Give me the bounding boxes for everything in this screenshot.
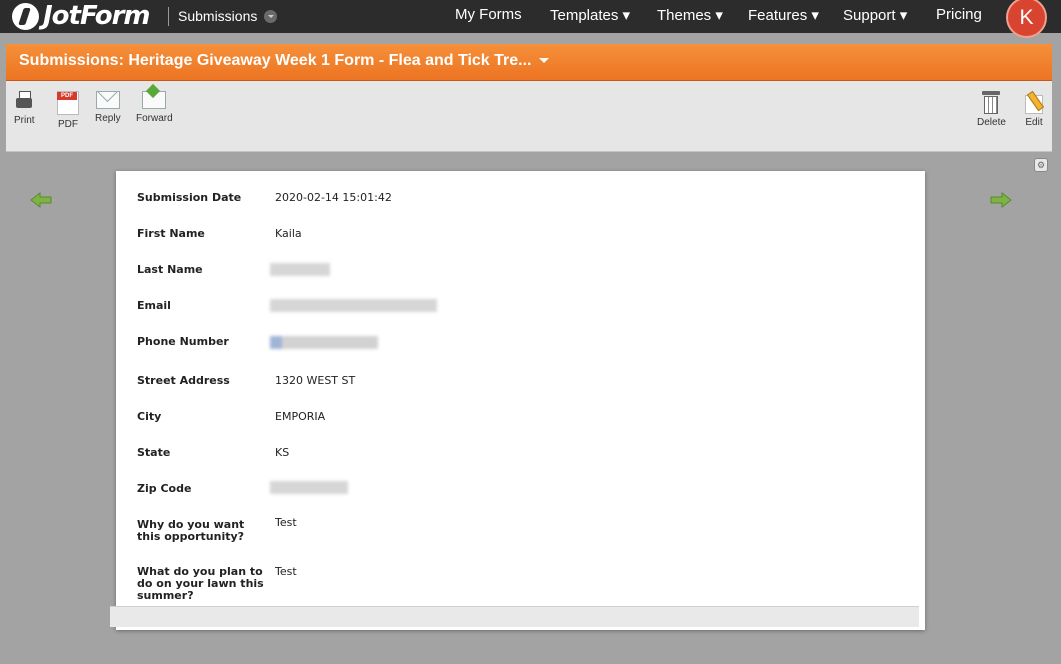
jotform-logo[interactable]: JotForm	[12, 1, 150, 31]
nav-divider	[168, 7, 169, 26]
field-value: 1320 WEST ST	[275, 374, 356, 387]
print-button[interactable]: Print	[14, 91, 35, 126]
pdf-button[interactable]: PDF	[57, 91, 79, 130]
field-label: Last Name	[137, 263, 203, 276]
field-label: Email	[137, 299, 171, 312]
arrow-right-icon	[990, 192, 1012, 208]
field-label: State	[137, 446, 171, 459]
field-value: KS	[275, 446, 290, 459]
top-nav-bar: JotForm Submissions My Forms Templates ▾…	[0, 0, 1061, 38]
delete-button[interactable]: Delete	[977, 91, 1006, 128]
forward-label: Forward	[136, 113, 173, 124]
form-title: Submissions: Heritage Giveaway Week 1 Fo…	[19, 52, 532, 69]
field-value: 2020-02-14 15:01:42	[275, 191, 392, 204]
nav-pricing[interactable]: Pricing	[936, 6, 982, 23]
forward-envelope-icon	[142, 91, 167, 109]
field-label: City	[137, 410, 162, 423]
field-value: Kaila	[275, 227, 302, 240]
jotform-logo-icon	[12, 2, 39, 30]
trash-icon	[982, 91, 1001, 114]
delete-label: Delete	[977, 117, 1006, 128]
nav-support[interactable]: Support ▾	[843, 6, 907, 24]
pencil-icon	[1024, 91, 1044, 114]
nav-features[interactable]: Features ▾	[748, 6, 819, 24]
field-value: Test	[275, 565, 297, 578]
nav-templates[interactable]: Templates ▾	[550, 6, 630, 24]
caret-down-icon	[539, 58, 550, 64]
field-label: Phone Number	[137, 335, 229, 348]
field-value: EMPORIA	[275, 410, 326, 423]
reply-button[interactable]: Reply	[95, 91, 121, 124]
reply-label: Reply	[95, 113, 121, 124]
user-avatar[interactable]: K	[1006, 0, 1047, 38]
edit-button[interactable]: Edit	[1024, 91, 1044, 128]
bottom-actions-strip	[110, 606, 919, 627]
envelope-icon	[95, 91, 120, 109]
pdf-icon	[57, 91, 79, 115]
redacted-value	[270, 336, 378, 349]
nav-themes[interactable]: Themes ▾	[657, 6, 723, 24]
submission-panel: Submissions: Heritage Giveaway Week 1 Fo…	[6, 44, 1052, 664]
form-title-dropdown[interactable]: Submissions: Heritage Giveaway Week 1 Fo…	[19, 52, 550, 70]
pdf-label: PDF	[58, 119, 78, 130]
edit-label: Edit	[1025, 117, 1043, 128]
submission-card: Submission Date 2020-02-14 15:01:42 Firs…	[116, 171, 925, 630]
forward-button[interactable]: Forward	[136, 91, 173, 124]
next-submission-button[interactable]	[990, 192, 1012, 208]
redacted-value	[270, 481, 348, 494]
field-label: Why do you want this opportunity?	[137, 518, 245, 543]
field-label: What do you plan to do on your lawn this…	[137, 565, 264, 602]
nav-my-forms[interactable]: My Forms	[455, 6, 522, 23]
submissions-label: Submissions	[178, 8, 258, 24]
field-label: Zip Code	[137, 482, 192, 495]
submissions-dropdown[interactable]: Submissions	[178, 8, 278, 24]
logo-text: JotForm	[43, 1, 150, 31]
redacted-value	[270, 263, 330, 276]
chevron-down-icon	[264, 9, 278, 23]
print-label: Print	[14, 115, 35, 126]
field-label: First Name	[137, 227, 205, 240]
settings-gear-icon[interactable]: ⚙	[1034, 158, 1048, 172]
previous-submission-button[interactable]	[30, 192, 52, 208]
arrow-left-icon	[30, 192, 52, 208]
field-label: Submission Date	[137, 191, 242, 204]
redacted-value	[270, 299, 437, 312]
field-label: Street Address	[137, 374, 230, 387]
field-value: Test	[275, 516, 297, 529]
toolbar: Print PDF Reply Forward Delete Edit	[6, 81, 1052, 152]
submission-title-bar[interactable]: Submissions: Heritage Giveaway Week 1 Fo…	[6, 44, 1052, 81]
printer-icon	[16, 91, 33, 111]
